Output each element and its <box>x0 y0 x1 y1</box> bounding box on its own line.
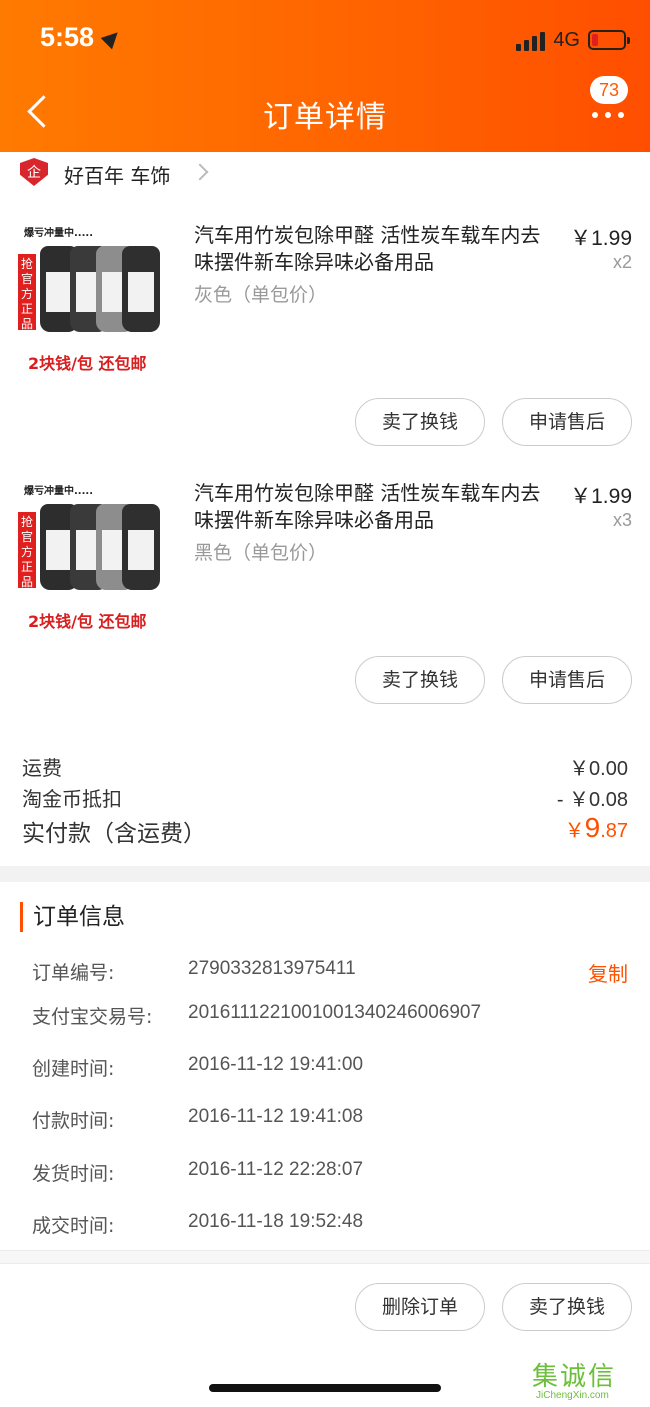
more-dots-icon <box>592 112 624 118</box>
shop-name: 好百年 车饰 <box>64 164 171 188</box>
site-watermark: 集诚信 JiChengXin.com <box>532 1356 638 1404</box>
product-thumbnail[interactable]: 爆亏冲量中..... 抢官方正品 2块钱/包 还包邮 <box>18 482 168 632</box>
watermark-en: JiChengXin.com <box>536 1390 609 1401</box>
status-time-text: 5:58 <box>40 22 95 52</box>
info-key: 订单编号: <box>32 962 115 984</box>
thumb-official-tag: 抢官方正品 <box>18 254 36 331</box>
shop-logo-text: 企 <box>27 165 41 181</box>
product-title[interactable]: 汽车用竹炭包除甲醛 活性炭车载车内去味摆件新车除异味必备用品 <box>194 480 554 534</box>
more-menu-button[interactable]: 73 <box>588 76 632 126</box>
total-integer: 9 <box>584 812 601 843</box>
order-info-heading: 订单信息 <box>20 902 125 932</box>
order-number-row: 订单编号: 2790332813975411 复制 <box>0 950 650 990</box>
order-info-heading-text: 订单信息 <box>33 904 125 930</box>
product-price: ￥1.99 <box>570 227 632 250</box>
total-paid-label: 实付款（含运费） <box>22 821 206 847</box>
top-header: 5:58 4G 订单详情 73 <box>0 0 650 152</box>
home-indicator[interactable] <box>209 1384 441 1392</box>
info-key: 创建时间: <box>32 1058 115 1080</box>
product-price: ￥1.99 <box>570 485 632 508</box>
thumb-hot-text: 爆亏冲量中..... <box>24 486 93 497</box>
thumb-promo-text: 2块钱/包 还包邮 <box>28 612 147 631</box>
watermark-cn: 集诚信 <box>532 1362 617 1392</box>
battery-icon <box>588 30 630 50</box>
shop-row[interactable]: 企 好百年 车饰 <box>0 152 650 196</box>
info-value: 2016-11-12 22:28:07 <box>188 1159 364 1180</box>
signal-icon <box>516 29 546 51</box>
after-sales-button[interactable]: 申请售后 <box>502 398 632 446</box>
status-time: 5:58 <box>40 22 124 53</box>
sell-for-cash-button[interactable]: 卖了换钱 <box>502 1283 632 1331</box>
info-value: 2016-11-18 19:52:48 <box>188 1211 364 1232</box>
sell-for-cash-button[interactable]: 卖了换钱 <box>355 656 485 704</box>
price-summary: 运费 ￥0.00 淘金币抵扣 - ￥0.08 实付款（含运费） ￥9.87 <box>0 748 650 858</box>
network-type: 4G <box>553 28 580 51</box>
location-arrow-icon <box>100 26 124 50</box>
coin-discount-label: 淘金币抵扣 <box>22 787 122 811</box>
coin-discount-value: - ￥0.08 <box>556 789 628 811</box>
info-value: 2016-11-12 19:41:00 <box>188 1054 364 1075</box>
info-key: 成交时间: <box>32 1215 115 1237</box>
product-variant: 黑色（单包价） <box>194 542 328 564</box>
info-key: 发货时间: <box>32 1163 115 1185</box>
product-item[interactable]: 爆亏冲量中..... 抢官方正品 2块钱/包 还包邮 汽车用竹炭包除甲醛 活性炭… <box>0 210 650 468</box>
info-key: 支付宝交易号: <box>32 1006 153 1028</box>
shipping-label: 运费 <box>22 756 62 780</box>
thumb-hot-text: 爆亏冲量中..... <box>24 228 93 239</box>
completed-time-row: 成交时间: 2016-11-18 19:52:48 <box>0 1203 650 1243</box>
status-indicators: 4G <box>516 26 630 54</box>
chevron-right-icon <box>191 163 209 181</box>
product-title[interactable]: 汽车用竹炭包除甲醛 活性炭车载车内去味摆件新车除异味必备用品 <box>194 222 554 276</box>
product-quantity: x2 <box>612 252 632 272</box>
section-gap <box>0 866 650 882</box>
thumb-official-tag: 抢官方正品 <box>18 512 36 589</box>
copy-order-number-button[interactable]: 复制 <box>588 958 628 987</box>
info-value: 2790332813975411 <box>188 958 356 979</box>
product-quantity: x3 <box>612 510 632 530</box>
product-variant: 灰色（单包价） <box>194 284 328 306</box>
shipping-value: ￥0.00 <box>569 758 628 780</box>
total-decimal: .87 <box>600 820 628 842</box>
product-thumbnail[interactable]: 爆亏冲量中..... 抢官方正品 2块钱/包 还包邮 <box>18 224 168 374</box>
paid-time-row: 付款时间: 2016-11-12 19:41:08 <box>0 1098 650 1138</box>
info-key: 付款时间: <box>32 1110 115 1132</box>
total-paid-value: ￥9.87 <box>565 812 628 844</box>
bottom-divider <box>0 1250 650 1264</box>
shop-logo-icon: 企 <box>20 158 48 186</box>
sell-for-cash-button[interactable]: 卖了换钱 <box>355 398 485 446</box>
info-value: 2016-11-12 19:41:08 <box>188 1106 364 1127</box>
delete-order-button[interactable]: 删除订单 <box>355 1283 485 1331</box>
total-currency: ￥ <box>564 820 585 842</box>
message-count-badge: 73 <box>590 76 628 104</box>
shipped-time-row: 发货时间: 2016-11-12 22:28:07 <box>0 1151 650 1191</box>
product-item[interactable]: 爆亏冲量中..... 抢官方正品 2块钱/包 还包邮 汽车用竹炭包除甲醛 活性炭… <box>0 468 650 726</box>
page-title: 订单详情 <box>263 100 387 135</box>
alipay-trade-row: 支付宝交易号: 2016111221001001340246006907 <box>0 994 650 1034</box>
after-sales-button[interactable]: 申请售后 <box>502 656 632 704</box>
thumb-promo-text: 2块钱/包 还包邮 <box>28 354 147 373</box>
info-value: 2016111221001001340246006907 <box>188 1002 482 1023</box>
created-time-row: 创建时间: 2016-11-12 19:41:00 <box>0 1046 650 1086</box>
